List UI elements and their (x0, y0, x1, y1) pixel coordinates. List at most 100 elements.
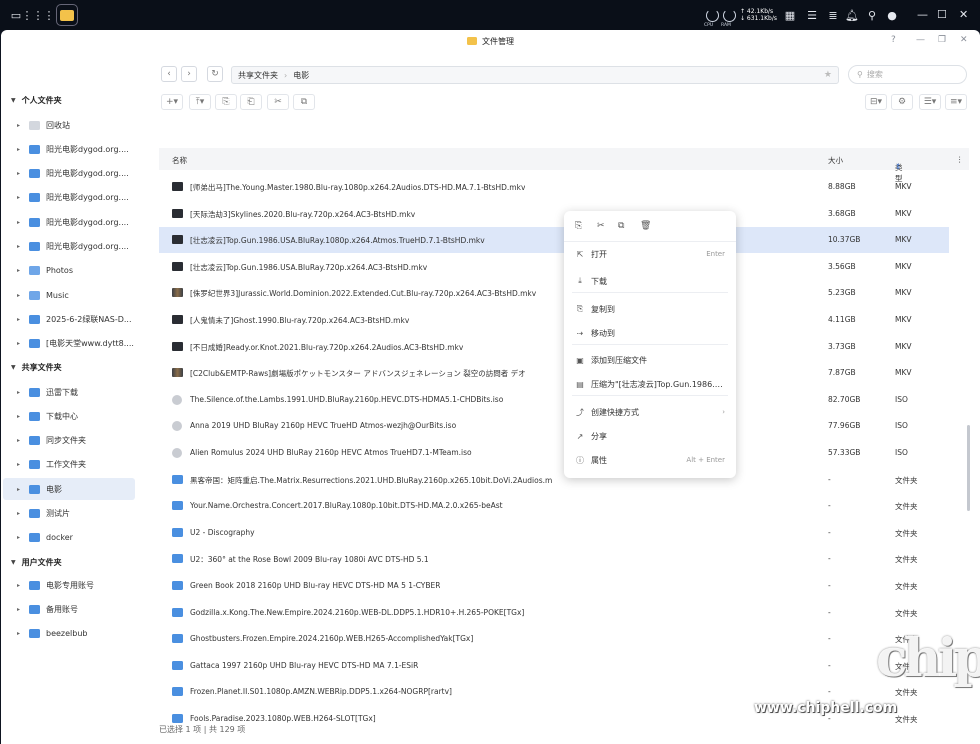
back-button[interactable]: ‹ (161, 66, 177, 82)
copy-icon[interactable]: ⎘ (575, 221, 582, 231)
context-menu-item[interactable]: ⇱ 打开 Enter (564, 243, 736, 265)
expand-caret-icon[interactable]: ▸ (17, 340, 23, 347)
sidebar-item[interactable]: ▸ 回收站 (3, 114, 135, 136)
cut-icon[interactable]: ✂ (597, 221, 605, 231)
context-menu-item[interactable]: ⤴ 创建快捷方式 › (564, 401, 736, 423)
expand-caret-icon[interactable]: ▸ (17, 582, 23, 589)
window-minimize-button[interactable]: — (916, 35, 925, 45)
table-row[interactable]: [侏罗纪世界3]Jurassic.World.Dominion.2022.Ext… (159, 280, 949, 306)
search-icon[interactable]: ⚲ (864, 7, 880, 23)
col-size[interactable]: 大小 (828, 155, 843, 166)
expand-caret-icon[interactable]: ▸ (17, 389, 23, 396)
sidebar-item[interactable]: ▸ 阳光电影dygod.org.... (3, 163, 135, 185)
close-button[interactable]: ✕ (959, 8, 968, 21)
sidebar-item[interactable]: ▸ Photos (3, 260, 135, 282)
breadcrumb-root[interactable]: 共享文件夹 (238, 70, 278, 81)
table-row[interactable]: The.Silence.of.the.Lambs.1991.UHD.BluRay… (159, 387, 949, 413)
context-menu-item[interactable]: ▣ 添加到压缩文件 (564, 349, 736, 371)
settings-button[interactable]: ⚙ (891, 94, 913, 110)
expand-caret-icon[interactable]: ▸ (17, 510, 23, 517)
sidebar-item[interactable]: ▸ [电影天堂www.dytt8.... (3, 333, 135, 355)
table-row[interactable]: [师弟出马]The.Young.Master.1980.Blu-ray.1080… (159, 174, 949, 200)
breadcrumb-current[interactable]: 电影 (293, 70, 309, 81)
expand-caret-icon[interactable]: ▸ (17, 606, 23, 613)
expand-caret-icon[interactable]: ▸ (17, 461, 23, 468)
table-row[interactable]: [壮志凌云]Top.Gun.1986.USA.BluRay.720p.x264.… (159, 254, 949, 280)
table-row[interactable]: [不日成婚]Ready.or.Knot.2021.Blu-ray.720p.x2… (159, 334, 949, 360)
section-shared-folders[interactable]: ▼ 共享文件夹 (11, 360, 62, 374)
cut-button[interactable]: ✂ (267, 94, 289, 110)
sidebar-item[interactable]: ▸ 备用账号 (3, 598, 135, 620)
sidebar-item[interactable]: ▸ 测试片 (3, 503, 135, 525)
paste-button[interactable]: ⎗ (240, 94, 262, 110)
sidebar-item[interactable]: ▸ Music (3, 284, 135, 306)
table-row[interactable]: [C2Club&EMTP-Raws]劇場版ポケットモンスター アドバンスジェネレ… (159, 360, 949, 386)
window-restore-button[interactable]: ❐ (938, 35, 946, 45)
sidebar-item[interactable]: ▸ 工作文件夹 (3, 454, 135, 476)
window-close-button[interactable]: ✕ (960, 35, 968, 45)
table-row[interactable]: U2：360° at the Rose Bowl 2009 Blu-ray 10… (159, 546, 949, 572)
user-icon[interactable]: ● (884, 7, 900, 23)
context-menu-item[interactable]: ⎘ 复制到 (564, 298, 736, 320)
section-personal-folders[interactable]: ▼ 个人文件夹 (11, 93, 62, 107)
expand-caret-icon[interactable]: ▸ (17, 630, 23, 637)
sidebar-item[interactable]: ▸ beezelbub (3, 623, 135, 645)
expand-caret-icon[interactable]: ▸ (17, 170, 23, 177)
table-row[interactable]: Your.Name.Orchestra.Concert.2017.BluRay.… (159, 493, 949, 519)
file-manager-app-icon[interactable] (56, 4, 78, 26)
col-name[interactable]: 名称 (172, 155, 187, 166)
context-menu-item[interactable]: ▤ 压缩为"[壮志凌云]Top.Gun.1986.USA.... (564, 373, 736, 395)
expand-caret-icon[interactable]: ▸ (17, 437, 23, 444)
expand-caret-icon[interactable]: ▸ (17, 219, 23, 226)
tasks-icon[interactable]: ≣ (825, 7, 841, 23)
table-row[interactable]: 黑客帝国：矩阵重启.The.Matrix.Resurrections.2021.… (159, 467, 949, 493)
sidebar-item[interactable]: ▸ 同步文件夹 (3, 430, 135, 452)
delete-icon[interactable]: 🗑︎ (640, 221, 651, 231)
table-row[interactable]: Anna 2019 UHD BluRay 2160p HEVC TrueHD A… (159, 413, 949, 439)
section-user-folders[interactable]: ▼ 用户文件夹 (11, 555, 62, 569)
sidebar-item[interactable]: ▸ 阳光电影dygod.org.... (3, 138, 135, 160)
expand-caret-icon[interactable]: ▸ (17, 413, 23, 420)
sidebar-item[interactable]: ▸ 迅雷下载 (3, 381, 135, 403)
expand-caret-icon[interactable]: ▸ (17, 292, 23, 299)
minimize-button[interactable]: — (917, 8, 928, 21)
apps-grid-icon[interactable]: ⋮⋮⋮ (22, 7, 55, 23)
table-row[interactable]: U2 - Discography - 文件夹 (159, 520, 949, 546)
table-row[interactable]: Green Book 2018 2160p UHD Blu-ray HEVC D… (159, 573, 949, 599)
forward-button[interactable]: › (181, 66, 197, 82)
refresh-button[interactable]: ↻ (207, 66, 223, 82)
table-row[interactable]: [天际浩劫3]Skylines.2020.Blu-ray.720p.x264.A… (159, 201, 949, 227)
expand-caret-icon[interactable]: ▸ (17, 122, 23, 129)
context-menu-item[interactable]: ↗ 分享 (564, 425, 736, 447)
table-row[interactable]: Godzilla.x.Kong.The.New.Empire.2024.2160… (159, 600, 949, 626)
new-button[interactable]: +▾ (161, 94, 183, 110)
drive-button[interactable]: ⊟▾ (865, 94, 887, 110)
sidebar-item[interactable]: ▸ 2025-6-2绿联NAS-D... (3, 308, 135, 330)
star-icon[interactable]: ★ (824, 70, 832, 80)
search-input[interactable]: ⚲ 搜索 (848, 65, 967, 84)
sort-button[interactable]: ≡▾ (945, 94, 967, 110)
copy-button[interactable]: ⎘ (215, 94, 237, 110)
sidebar-item[interactable]: ▸ 下载中心 (3, 405, 135, 427)
table-row[interactable]: [壮志凌云]Top.Gun.1986.USA.BluRay.1080p.x264… (159, 227, 949, 254)
table-row[interactable]: Alien Romulus 2024 UHD BluRay 2160p HEVC… (159, 440, 949, 466)
vertical-scrollbar[interactable] (967, 425, 970, 511)
sidebar-item[interactable]: ▸ 阳光电影dygod.org.... (3, 187, 135, 209)
expand-caret-icon[interactable]: ▸ (17, 194, 23, 201)
context-menu-item[interactable]: ⇢ 移动到 (564, 322, 736, 344)
sidebar-item[interactable]: ▸ 电影专用账号 (3, 574, 135, 596)
column-menu-icon[interactable]: ⋮ (956, 155, 964, 164)
view-mode-button[interactable]: ☰▾ (919, 94, 941, 110)
context-menu-item[interactable]: ⤓ 下载 (564, 270, 736, 292)
sidebar-item[interactable]: ▸ docker (3, 527, 135, 549)
expand-caret-icon[interactable]: ▸ (17, 316, 23, 323)
expand-caret-icon[interactable]: ▸ (17, 267, 23, 274)
compress-icon[interactable]: ⧉ (618, 221, 624, 231)
sidebar-item[interactable]: ▸ 阳光电影dygod.org.... (3, 211, 135, 233)
table-row[interactable]: [人鬼情未了]Ghost.1990.Blu-ray.720p.x264.AC3-… (159, 307, 949, 333)
breadcrumb[interactable]: 共享文件夹 › 电影 ★ (231, 66, 839, 84)
context-menu-item[interactable]: ⓘ 属性 Alt + Enter (564, 449, 736, 471)
expand-caret-icon[interactable]: ▸ (17, 146, 23, 153)
table-row[interactable]: Gattaca 1997 2160p UHD Blu-ray HEVC DTS-… (159, 653, 949, 679)
expand-caret-icon[interactable]: ▸ (17, 243, 23, 250)
